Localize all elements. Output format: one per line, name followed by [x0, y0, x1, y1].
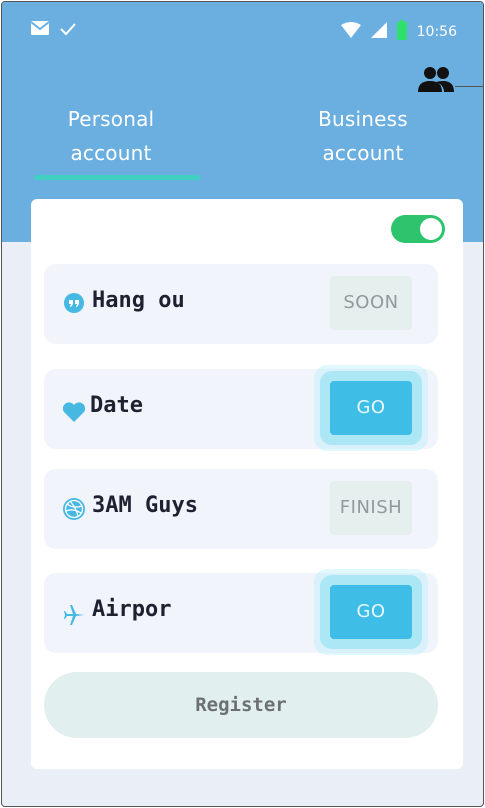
- tab-label: account: [70, 141, 152, 165]
- tab-indicator: [34, 175, 200, 180]
- signal-icon: [370, 22, 387, 42]
- finish-button[interactable]: FINISH: [330, 481, 412, 535]
- dribbble-icon: [62, 497, 86, 521]
- item-label: 3AM Guys: [92, 493, 198, 518]
- tab-personal-account[interactable]: Personal account: [26, 102, 196, 170]
- tab-label: Personal: [67, 107, 155, 131]
- people-icon[interactable]: [418, 66, 454, 96]
- airplane-icon: [62, 603, 86, 627]
- list-item: Hang ou SOON: [44, 264, 438, 344]
- hangouts-icon: [62, 292, 86, 316]
- status-bar: 10:56: [2, 2, 483, 58]
- go-button[interactable]: GO: [330, 381, 412, 435]
- phone-screen: 10:56 Personal account Business account: [1, 1, 484, 807]
- tab-label: Business: [318, 107, 408, 131]
- mail-icon: [30, 20, 50, 40]
- list-item: 3AM Guys FINISH: [44, 469, 438, 549]
- go-button[interactable]: GO: [330, 585, 412, 639]
- item-label: Hang ou: [92, 288, 185, 313]
- content-card: Hang ou SOON Date GO 3AM Guys FINISH Air…: [31, 199, 463, 769]
- list-item: Airpor GO: [44, 573, 438, 653]
- status-time: 10:56: [416, 24, 457, 40]
- toggle-knob: [420, 218, 442, 240]
- register-button[interactable]: Register: [44, 672, 438, 738]
- heart-icon: [62, 401, 86, 425]
- wifi-icon: [340, 22, 361, 42]
- item-label: Date: [90, 393, 143, 418]
- battery-icon: [396, 20, 407, 44]
- tab-business-account[interactable]: Business account: [278, 102, 448, 170]
- callout-line: [455, 86, 483, 87]
- soon-button[interactable]: SOON: [330, 276, 412, 330]
- check-icon: [60, 21, 76, 40]
- list-item: Date GO: [44, 369, 438, 449]
- account-tabs: Personal account Business account: [2, 102, 483, 172]
- item-label: Airpor: [92, 597, 172, 622]
- toggle-switch[interactable]: [391, 215, 445, 243]
- tab-label: account: [322, 141, 404, 165]
